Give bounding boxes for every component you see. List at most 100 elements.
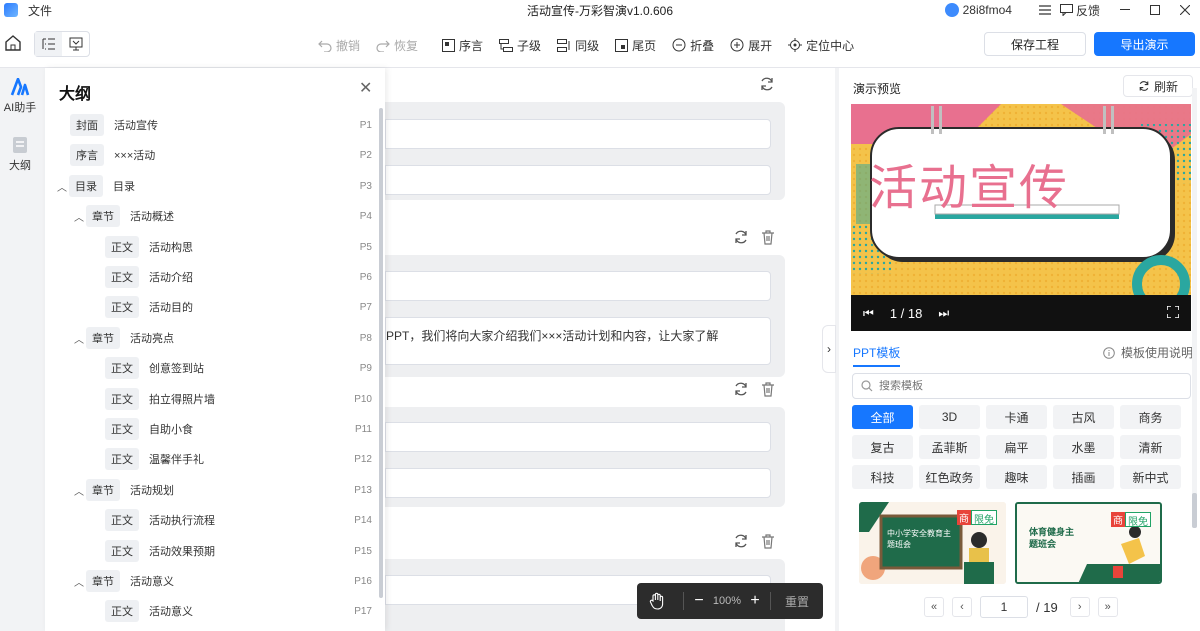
user-name[interactable]: 28i8fmo4 bbox=[963, 3, 1012, 17]
expand-caret-icon[interactable]: ︿ bbox=[74, 331, 86, 346]
outline-row[interactable]: 正文 拍立得照片墙 P10 bbox=[45, 387, 375, 411]
delete-card-icon[interactable] bbox=[760, 533, 776, 549]
delete-card-icon[interactable] bbox=[760, 229, 776, 245]
outline-row[interactable]: 正文 活动效果预期 P15 bbox=[45, 539, 375, 563]
outline-row[interactable]: 正文 创意签到站 P9 bbox=[45, 356, 375, 380]
search-input[interactable] bbox=[879, 380, 1159, 392]
preview-scrollbar[interactable] bbox=[1192, 88, 1197, 528]
expand-caret-icon[interactable]: ︿ bbox=[74, 574, 86, 589]
category-chip[interactable]: 红色政务 bbox=[919, 465, 980, 489]
minimize-icon[interactable] bbox=[1110, 0, 1140, 20]
template-thumb-2[interactable]: 体育健身主题班会 商 限免 bbox=[1015, 502, 1162, 584]
panel-collapse-chevron-icon[interactable]: › bbox=[822, 325, 836, 373]
outline-row[interactable]: ︿ 章节 活动概述 P4 bbox=[45, 204, 375, 228]
outline-row[interactable]: 正文 活动目的 P7 bbox=[45, 295, 375, 319]
outline-row-tag: 序言 bbox=[70, 144, 104, 166]
refresh-preview-button[interactable]: 刷新 bbox=[1123, 75, 1193, 97]
toc-field[interactable] bbox=[385, 468, 771, 498]
category-chip[interactable]: 科技 bbox=[852, 465, 913, 489]
redo-button[interactable]: 恢复 bbox=[376, 37, 418, 54]
preface-button[interactable]: 序言 bbox=[442, 37, 483, 54]
preface-title-field[interactable] bbox=[385, 271, 771, 301]
refresh-card-icon[interactable] bbox=[733, 229, 749, 245]
cover-title-field[interactable] bbox=[385, 119, 771, 149]
toc-field[interactable] bbox=[385, 422, 771, 452]
zoom-in-icon[interactable]: + bbox=[746, 592, 764, 610]
undo-button[interactable]: 撤销 bbox=[318, 37, 360, 54]
next-slide-icon[interactable]: ⏭ bbox=[938, 306, 949, 321]
fullscreen-icon[interactable] bbox=[1166, 304, 1180, 321]
outline-tab[interactable]: 大纲 bbox=[0, 136, 40, 173]
next-page-icon[interactable]: › bbox=[1069, 597, 1090, 617]
last-page-icon[interactable]: » bbox=[1097, 597, 1118, 617]
prev-slide-icon[interactable]: ⏮ bbox=[863, 306, 874, 321]
expand-caret-icon[interactable]: ︿ bbox=[74, 209, 86, 224]
refresh-card-icon[interactable] bbox=[733, 381, 749, 397]
category-chip[interactable]: 插画 bbox=[1053, 465, 1114, 489]
category-chip[interactable]: 卡通 bbox=[986, 405, 1047, 429]
outline-row[interactable]: ︿ 章节 活动规划 P13 bbox=[45, 478, 375, 502]
category-chip[interactable]: 扁平 bbox=[986, 435, 1047, 459]
slide-player-controls: ⏮ 1 / 18 ⏭ bbox=[851, 295, 1191, 331]
hamburger-menu-icon[interactable] bbox=[1030, 0, 1060, 20]
outline-row[interactable]: 正文 自助小食 P11 bbox=[45, 417, 375, 441]
close-window-icon[interactable] bbox=[1170, 0, 1200, 20]
category-chip[interactable]: 商务 bbox=[1120, 405, 1181, 429]
outline-row[interactable]: ︿ 章节 活动意义 P16 bbox=[45, 569, 375, 593]
template-help-link[interactable]: 模板使用说明 bbox=[1103, 344, 1193, 361]
outline-row[interactable]: 正文 温馨伴手礼 P12 bbox=[45, 447, 375, 471]
category-chip[interactable]: 3D bbox=[919, 405, 980, 429]
category-chip[interactable]: 趣味 bbox=[986, 465, 1047, 489]
ending-page-button[interactable]: 尾页 bbox=[615, 37, 656, 54]
close-icon[interactable]: ✕ bbox=[359, 78, 372, 98]
preface-body-field[interactable]: PPT，我们将向大家介绍我们×××活动计划和内容，让大家了解 bbox=[385, 317, 771, 365]
cover-subtitle-field[interactable] bbox=[385, 165, 771, 195]
outline-row[interactable]: ︿ 章节 活动亮点 P8 bbox=[45, 326, 375, 350]
first-page-icon[interactable]: « bbox=[924, 597, 944, 617]
outline-row[interactable]: 正文 活动构思 P5 bbox=[45, 235, 375, 259]
delete-card-icon[interactable] bbox=[760, 381, 776, 397]
tab-ppt-templates[interactable]: PPT模板 bbox=[853, 344, 901, 367]
expand-caret-icon[interactable]: ︿ bbox=[57, 179, 69, 194]
ai-assistant-tab[interactable]: AI助手 bbox=[0, 78, 40, 115]
outline-row[interactable]: 序言 ×××活动 P2 bbox=[45, 143, 375, 167]
category-chip[interactable]: 全部 bbox=[852, 405, 913, 429]
refresh-card-icon[interactable] bbox=[759, 76, 775, 92]
feedback-button[interactable]: 反馈 bbox=[1059, 2, 1100, 19]
locate-center-button[interactable]: 定位中心 bbox=[788, 37, 854, 54]
category-chip[interactable]: 复古 bbox=[852, 435, 913, 459]
zoom-out-icon[interactable]: − bbox=[690, 592, 708, 610]
expand-caret-icon[interactable]: ︿ bbox=[74, 483, 86, 498]
outline-view-icon[interactable] bbox=[35, 32, 62, 56]
child-level-button[interactable]: 子级 bbox=[499, 37, 541, 54]
collapse-icon bbox=[672, 38, 686, 52]
maximize-icon[interactable] bbox=[1140, 0, 1170, 20]
prev-page-icon[interactable]: ‹ bbox=[952, 597, 972, 617]
page-input[interactable]: 1 bbox=[980, 596, 1028, 618]
category-chip[interactable]: 新中式 bbox=[1120, 465, 1181, 489]
category-chip[interactable]: 孟菲斯 bbox=[919, 435, 980, 459]
slide-preview[interactable]: 活动宣传 bbox=[851, 104, 1191, 295]
category-chip[interactable]: 清新 bbox=[1120, 435, 1181, 459]
outline-row[interactable]: 正文 活动介绍 P6 bbox=[45, 265, 375, 289]
slide-view-icon[interactable] bbox=[62, 32, 89, 56]
sibling-level-button[interactable]: 同级 bbox=[557, 37, 599, 54]
outline-row[interactable]: 正文 活动意义 P17 bbox=[45, 599, 375, 623]
export-button[interactable]: 导出演示 bbox=[1094, 32, 1195, 56]
outline-row[interactable]: ︿ 目录 目录 P3 bbox=[45, 174, 375, 198]
outline-row[interactable]: 正文 活动执行流程 P14 bbox=[45, 508, 375, 532]
category-chip[interactable]: 水墨 bbox=[1053, 435, 1114, 459]
category-chip[interactable]: 古风 bbox=[1053, 405, 1114, 429]
zoom-reset-button[interactable]: 重置 bbox=[777, 593, 817, 610]
outline-scrollbar[interactable] bbox=[379, 108, 383, 598]
expand-button[interactable]: 展开 bbox=[730, 37, 772, 54]
hand-tool-icon[interactable] bbox=[637, 592, 677, 610]
user-avatar[interactable] bbox=[944, 3, 959, 17]
refresh-card-icon[interactable] bbox=[733, 533, 749, 549]
outline-row[interactable]: 封面 活动宣传 P1 bbox=[45, 113, 375, 137]
save-project-button[interactable]: 保存工程 bbox=[984, 32, 1086, 56]
home-icon[interactable] bbox=[2, 32, 24, 54]
menu-file[interactable]: 文件 bbox=[28, 2, 52, 19]
collapse-button[interactable]: 折叠 bbox=[672, 37, 714, 54]
template-thumb-1[interactable]: 中小学安全教育主题班会 商 限免 bbox=[859, 502, 1006, 584]
